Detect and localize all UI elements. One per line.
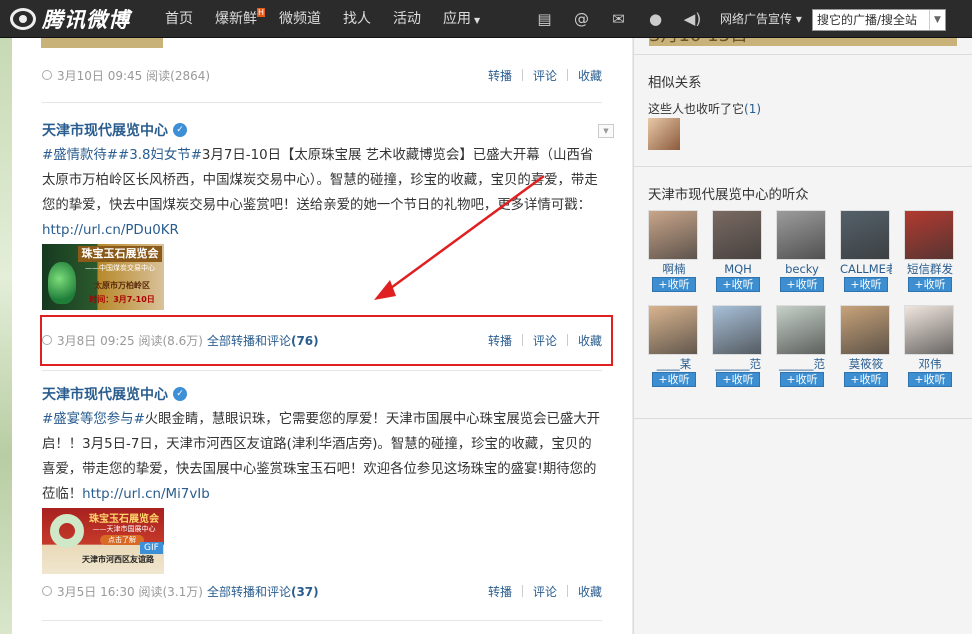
follow-button[interactable]: +收听 (716, 372, 760, 387)
search-input[interactable]: 搜它的广播/搜全站 ▼ (812, 9, 946, 31)
repost-button[interactable]: 转播 (478, 583, 522, 600)
sidebar-divider (634, 418, 972, 419)
listener-name[interactable]: MQH (712, 262, 764, 276)
user-icon[interactable]: ● (637, 0, 674, 38)
avatar[interactable] (840, 305, 890, 355)
follow-button[interactable]: +收听 (652, 372, 696, 387)
avatar[interactable] (648, 210, 698, 260)
feed-column: 3月10日 09:45 阅读(2864) 转播 评论 收藏 天津市现代展览中心 ✓… (12, 38, 632, 634)
post-time[interactable]: 3月5日 16:30 (57, 583, 135, 600)
clock-icon (42, 586, 52, 596)
tencent-weibo-logo[interactable]: 腾讯微博 (10, 6, 130, 32)
listener-card: becky +收听 (776, 210, 828, 292)
sound-icon[interactable]: ◀) (674, 0, 711, 38)
sidebar-divider (634, 166, 972, 167)
avatar[interactable] (712, 305, 762, 355)
hot-badge: H (256, 8, 265, 17)
post-author[interactable]: 天津市现代展览中心 ✓ (42, 384, 602, 404)
listener-card: MQH +收听 (712, 210, 764, 292)
nav-apps[interactable]: 应用 ▼ (432, 0, 491, 38)
follow-button[interactable]: +收听 (908, 277, 952, 292)
post-text: #盛宴等您参与#火眼金睛，慧眼识珠，它需要您的厚爱！天津市国展中心珠宝展览会已盛… (42, 412, 601, 502)
related-count-link[interactable]: (1) (744, 102, 761, 116)
follow-button[interactable]: +收听 (652, 277, 696, 292)
message-icon[interactable]: ▤ (526, 0, 563, 38)
listeners-title: 天津市现代展览中心的听众 (648, 188, 809, 203)
nav-channels[interactable]: 微频道 (268, 0, 332, 38)
listener-card: 莫筱筱 +收听 (840, 305, 892, 387)
listener-name[interactable]: 莫筱筱 (840, 357, 892, 371)
post-meta: 3月5日 16:30 阅读(3.1万) 全部转播和评论(37) (42, 583, 319, 600)
post-reads: 阅读(3.1万) (138, 584, 203, 599)
listener-name[interactable]: CALLME老 (840, 262, 892, 276)
verified-icon: ✓ (173, 387, 187, 401)
post-item: 天津市现代展览中心 ✓ #盛宴等您参与#火眼金睛，慧眼识珠，它需要您的厚爱！天津市… (42, 384, 602, 507)
hashtag-link[interactable]: #盛宴等您参与# (42, 412, 145, 427)
listener-name[interactable]: 短信群发 (904, 262, 956, 276)
listener-card: ______范 +收听 (776, 305, 828, 387)
comment-button[interactable]: 评论 (523, 583, 567, 600)
listener-card: CALLME老 +收听 (840, 210, 892, 292)
top-navigation-bar: 腾讯微博 首页 爆新鲜 H 微频道 找人 活动 应用 ▼ ▤ @ ✉ ● ◀) 网络… (0, 0, 972, 38)
mail-icon[interactable]: ✉ (600, 0, 637, 38)
nav-events[interactable]: 活动 (382, 0, 432, 38)
post-image[interactable]: 珠宝玉石展览会 ——天津市国展中心 点击了解 天津市河西区友谊路 GIF (42, 508, 164, 574)
sidebar: 3月10 13日 相似关系 这些人也收听了它(1) 天津市现代展览中心的听众 啊… (633, 32, 972, 634)
decor-glyph (0, 46, 12, 64)
listener-name[interactable]: 啊楠 (648, 262, 700, 276)
logo-mark-icon (10, 8, 36, 30)
post-buttons: 转播 评论 收藏 (478, 583, 602, 600)
sidebar-divider (634, 54, 972, 55)
avatar[interactable] (712, 210, 762, 260)
post-actions-row: 3月5日 16:30 阅读(3.1万) 全部转播和评论(37) 转播 评论 收藏 (42, 580, 602, 602)
avatar[interactable] (648, 305, 698, 355)
listener-card: ____某 +收听 (648, 305, 700, 387)
follow-button[interactable]: +收听 (844, 277, 888, 292)
follow-button[interactable]: +收听 (844, 372, 888, 387)
chevron-down-icon: ▼ (474, 16, 481, 25)
listener-name[interactable]: ______范 (776, 357, 828, 371)
favorite-button[interactable]: 收藏 (568, 583, 602, 600)
main-nav: 首页 爆新鲜 H 微频道 找人 活动 应用 ▼ (154, 0, 491, 38)
avatar[interactable] (904, 210, 954, 260)
search-dropdown-icon[interactable]: ▼ (929, 10, 945, 30)
gif-badge: GIF (140, 542, 163, 554)
listener-card: 短信群发 +收听 (904, 210, 956, 292)
listener-name[interactable]: ____某 (648, 357, 700, 371)
ad-link[interactable]: 网络广告宣传 ▾ (720, 0, 802, 38)
post-divider (42, 370, 602, 371)
avatar[interactable] (840, 210, 890, 260)
jade-ring-image (50, 514, 84, 548)
top-icons: ▤ @ ✉ ● ◀) (526, 0, 711, 38)
follow-button[interactable]: +收听 (780, 277, 824, 292)
nav-find-people[interactable]: 找人 (332, 0, 382, 38)
short-url-link[interactable]: http://url.cn/Mi7vIb (82, 487, 210, 502)
avatar[interactable] (776, 210, 826, 260)
listener-card: 啊楠 +收听 (648, 210, 700, 292)
nav-hot[interactable]: 爆新鲜 H (204, 0, 268, 38)
listener-card: 邓伟 +收听 (904, 305, 956, 387)
nav-home[interactable]: 首页 (154, 0, 204, 38)
all-reposts-comments-link[interactable]: 全部转播和评论(37) (207, 583, 319, 600)
follow-button[interactable]: +收听 (780, 372, 824, 387)
avatar[interactable] (904, 305, 954, 355)
post-divider (42, 620, 602, 621)
related-title: 相似关系 (648, 76, 702, 91)
listener-name[interactable]: 邓伟 (904, 357, 956, 371)
at-icon[interactable]: @ (563, 0, 600, 38)
background-strip (0, 38, 12, 634)
follow-button[interactable]: +收听 (716, 277, 760, 292)
avatar[interactable] (648, 118, 680, 150)
related-subtitle: 这些人也收听了它(1) (648, 102, 762, 116)
listener-name[interactable]: becky (776, 262, 828, 276)
logo-text: 腾讯微博 (42, 8, 130, 32)
listener-card: ______范 +收听 (712, 305, 764, 387)
follow-button[interactable]: +收听 (908, 372, 952, 387)
avatar[interactable] (776, 305, 826, 355)
listener-name[interactable]: ______范 (712, 357, 764, 371)
